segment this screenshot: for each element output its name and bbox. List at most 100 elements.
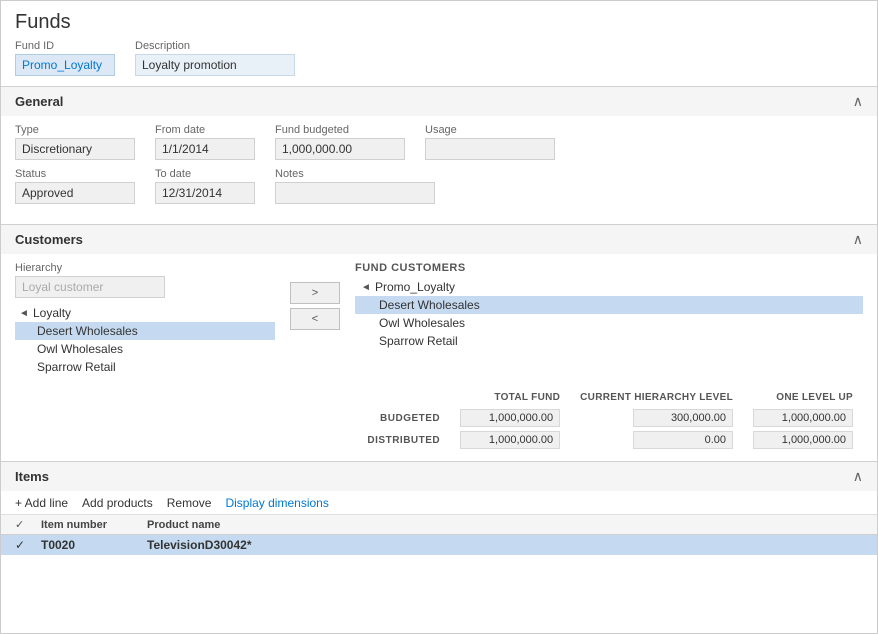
general-section-body: Type Discretionary From date 1/1/2014 Fu…	[1, 116, 877, 222]
move-left-button[interactable]: <	[290, 308, 340, 330]
summary-budgeted-row: BUDGETED 1,000,000.00 300,000.00 1,000,0…	[357, 407, 863, 429]
items-toggle[interactable]: ∧	[853, 468, 863, 485]
description-input[interactable]: Loyalty promotion	[135, 54, 295, 76]
distributed-label: DISTRIBUTED	[357, 429, 450, 451]
loyalty-label: Loyalty	[33, 306, 71, 320]
from-date-field: From date 1/1/2014	[155, 124, 255, 160]
add-products-button[interactable]: Add products	[82, 496, 153, 510]
usage-field: Usage	[425, 124, 555, 160]
fund-sparrow-label: Sparrow Retail	[379, 334, 458, 348]
customers-left-panel: Hierarchy Loyal customer ◄ Loyalty Deser…	[15, 262, 275, 376]
from-date-label: From date	[155, 124, 255, 136]
items-section: Items ∧ + Add line Add products Remove D…	[1, 461, 877, 555]
one-level-distributed-value: 1,000,000.00	[753, 431, 853, 449]
left-tree: ◄ Loyalty Desert Wholesales Owl Wholesal…	[15, 304, 275, 376]
page-container: Funds Fund ID Promo_Loyalty Description …	[0, 0, 878, 634]
table-row[interactable]: ✓ T0020 TelevisionD30042*	[1, 535, 877, 555]
to-date-input[interactable]: 12/31/2014	[155, 182, 255, 204]
customers-toggle[interactable]: ∧	[853, 231, 863, 248]
fund-id-group: Fund ID Promo_Loyalty	[15, 40, 115, 76]
fund-id-input[interactable]: Promo_Loyalty	[15, 54, 115, 76]
hierarchy-input[interactable]: Loyal customer	[15, 276, 165, 298]
col-total-fund: TOTAL FUND	[450, 390, 570, 407]
row-product-name: TelevisionD30042*	[147, 538, 307, 552]
from-date-input[interactable]: 1/1/2014	[155, 138, 255, 160]
current-hier-distributed-value: 0.00	[633, 431, 733, 449]
current-hier-distributed-cell: 0.00	[570, 429, 743, 451]
items-section-header: Items ∧	[1, 462, 877, 491]
usage-input[interactable]	[425, 138, 555, 160]
summary-table: TOTAL FUND CURRENT HIERARCHY LEVEL ONE L…	[357, 390, 863, 451]
to-date-field: To date 12/31/2014	[155, 168, 255, 204]
tree-item-sparrow[interactable]: Sparrow Retail	[15, 358, 275, 376]
sparrow-label: Sparrow Retail	[37, 360, 116, 374]
fund-tree-desert[interactable]: Desert Wholesales	[355, 296, 863, 314]
row-item-number: T0020	[41, 538, 141, 552]
display-dimensions-button[interactable]: Display dimensions	[225, 496, 328, 510]
item-number-col-header: Item number	[41, 519, 141, 531]
owl-label: Owl Wholesales	[37, 342, 123, 356]
summary-distributed-row: DISTRIBUTED 1,000,000.00 0.00 1,000,000.…	[357, 429, 863, 451]
tree-item-desert[interactable]: Desert Wholesales	[15, 322, 275, 340]
current-hier-budgeted-value: 300,000.00	[633, 409, 733, 427]
fund-tree-sparrow[interactable]: Sparrow Retail	[355, 332, 863, 350]
customers-section: Customers ∧ Hierarchy Loyal customer ◄ L…	[1, 224, 877, 461]
hierarchy-label: Hierarchy	[15, 262, 275, 274]
fund-tree-owl[interactable]: Owl Wholesales	[355, 314, 863, 332]
col-current-hierarchy: CURRENT HIERARCHY LEVEL	[570, 390, 743, 407]
fund-header: Fund ID Promo_Loyalty Description Loyalt…	[1, 40, 877, 84]
general-title: General	[15, 94, 63, 109]
check-col-header: ✓	[15, 518, 35, 531]
product-name-col-header: Product name	[147, 519, 307, 531]
fund-owl-label: Owl Wholesales	[379, 316, 465, 330]
fund-id-label: Fund ID	[15, 40, 115, 52]
one-level-distributed-cell: 1,000,000.00	[743, 429, 863, 451]
total-fund-budgeted-value: 1,000,000.00	[460, 409, 560, 427]
notes-field: Notes	[275, 168, 435, 204]
total-fund-distributed-value: 1,000,000.00	[460, 431, 560, 449]
description-label: Description	[135, 40, 295, 52]
tree-item-loyalty[interactable]: ◄ Loyalty	[15, 304, 275, 322]
general-toggle[interactable]: ∧	[853, 93, 863, 110]
items-grid-header: ✓ Item number Product name	[1, 515, 877, 535]
budgeted-label: BUDGETED	[357, 407, 450, 429]
total-fund-budgeted-cell: 1,000,000.00	[450, 407, 570, 429]
customers-body: Hierarchy Loyal customer ◄ Loyalty Deser…	[1, 254, 877, 384]
add-line-button[interactable]: + Add line	[15, 496, 68, 510]
loyalty-expand-icon: ◄	[19, 308, 29, 319]
description-group: Description Loyalty promotion	[135, 40, 295, 76]
status-field: Status Approved	[15, 168, 135, 204]
tree-item-owl[interactable]: Owl Wholesales	[15, 340, 275, 358]
status-input[interactable]: Approved	[15, 182, 135, 204]
fund-customers-label: FUND CUSTOMERS	[355, 262, 863, 274]
fund-budgeted-input[interactable]: 1,000,000.00	[275, 138, 405, 160]
right-tree: ◄ Promo_Loyalty Desert Wholesales Owl Wh…	[355, 278, 863, 350]
general-row-1: Type Discretionary From date 1/1/2014 Fu…	[15, 124, 863, 160]
items-title: Items	[15, 469, 49, 484]
customers-right-panel: FUND CUSTOMERS ◄ Promo_Loyalty Desert Wh…	[355, 262, 863, 376]
move-right-button[interactable]: >	[290, 282, 340, 304]
fund-desert-label: Desert Wholesales	[379, 298, 480, 312]
notes-input[interactable]	[275, 182, 435, 204]
items-toolbar: + Add line Add products Remove Display d…	[1, 491, 877, 515]
one-level-budgeted-cell: 1,000,000.00	[743, 407, 863, 429]
customers-section-header: Customers ∧	[1, 225, 877, 254]
type-field: Type Discretionary	[15, 124, 135, 160]
desert-label: Desert Wholesales	[37, 324, 138, 338]
notes-label: Notes	[275, 168, 435, 180]
type-input[interactable]: Discretionary	[15, 138, 135, 160]
row-check-icon: ✓	[15, 538, 35, 552]
fund-tree-promo[interactable]: ◄ Promo_Loyalty	[355, 278, 863, 296]
col-one-level-up: ONE LEVEL UP	[743, 390, 863, 407]
customers-title: Customers	[15, 232, 83, 247]
page-title: Funds	[1, 1, 877, 40]
fund-budgeted-field: Fund budgeted 1,000,000.00	[275, 124, 405, 160]
general-section: General ∧ Type Discretionary From date 1…	[1, 86, 877, 222]
promo-label: Promo_Loyalty	[375, 280, 455, 294]
current-hier-budgeted-cell: 300,000.00	[570, 407, 743, 429]
status-label: Status	[15, 168, 135, 180]
general-section-header: General ∧	[1, 87, 877, 116]
summary-section: TOTAL FUND CURRENT HIERARCHY LEVEL ONE L…	[1, 384, 877, 461]
customers-middle: > <	[285, 262, 345, 376]
remove-button[interactable]: Remove	[167, 496, 212, 510]
